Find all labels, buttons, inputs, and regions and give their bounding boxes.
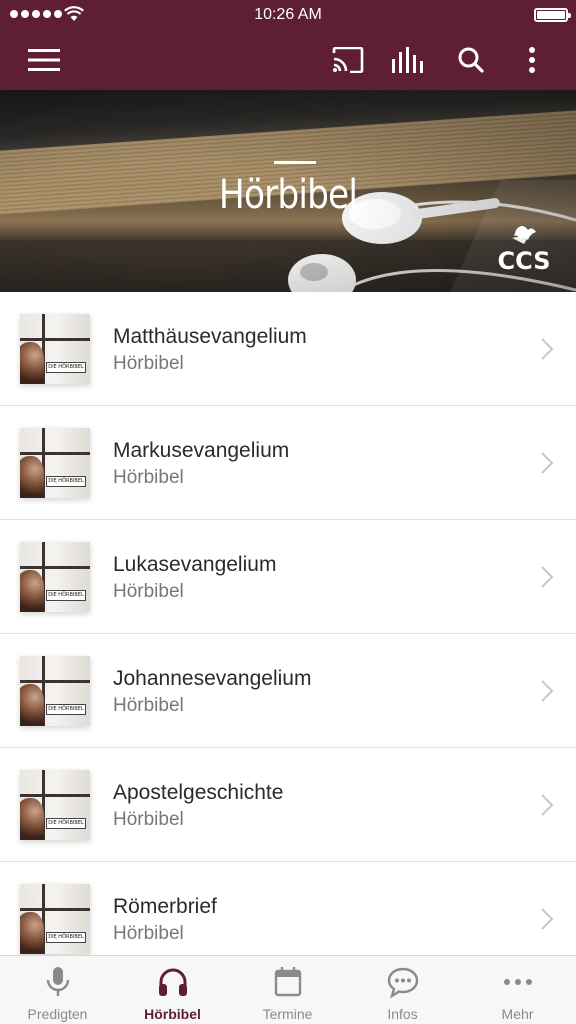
- thumbnail-label: DIE HÖRBIBEL: [46, 362, 86, 373]
- list-item-subtitle: Hörbibel: [113, 581, 184, 602]
- thumbnail-label: DIE HÖRBIBEL: [46, 704, 86, 715]
- thumbnail-label: DIE HÖRBIBEL: [46, 932, 86, 943]
- tab-label: Mehr: [501, 1006, 534, 1022]
- list-item-subtitle: Hörbibel: [113, 353, 184, 374]
- bottom-tab-bar: Predigten Hörbibel Termine Infos Mehr: [0, 955, 576, 1024]
- thumbnail-image: DIE HÖRBIBEL: [20, 314, 90, 384]
- list-item[interactable]: DIE HÖRBIBEL Römerbrief Hörbibel: [0, 862, 576, 955]
- tab-label: Termine: [262, 1006, 313, 1022]
- list-item[interactable]: DIE HÖRBIBEL Apostelgeschichte Hörbibel: [0, 748, 576, 862]
- menu-icon: [28, 49, 60, 71]
- list-item-title: Markusevangelium: [113, 439, 290, 462]
- svg-text:CCS: CCS: [498, 247, 551, 274]
- list-item[interactable]: DIE HÖRBIBEL Markusevangelium Hörbibel: [0, 406, 576, 520]
- chevron-right-icon: [541, 566, 554, 588]
- equalizer-icon: [392, 47, 423, 73]
- hero-title-divider: [274, 161, 316, 164]
- chevron-right-icon: [541, 338, 554, 360]
- app-bar: [0, 30, 576, 90]
- tab-label: Hörbibel: [144, 1006, 201, 1022]
- cast-button[interactable]: [326, 40, 370, 80]
- hero-banner: Hörbibel CCS: [0, 90, 576, 292]
- battery-icon: [534, 8, 571, 22]
- chevron-right-icon: [541, 452, 554, 474]
- list-item[interactable]: DIE HÖRBIBEL Johannesevangelium Hörbibel: [0, 634, 576, 748]
- list-item[interactable]: DIE HÖRBIBEL Lukasevangelium Hörbibel: [0, 520, 576, 634]
- tab-infos[interactable]: Infos: [345, 956, 460, 1024]
- list-item-title: Lukasevangelium: [113, 553, 277, 576]
- thumbnail-label: DIE HÖRBIBEL: [46, 818, 86, 829]
- list-item-title: Matthäusevangelium: [113, 325, 307, 348]
- list-item[interactable]: DIE HÖRBIBEL Matthäusevangelium Hörbibel: [0, 292, 576, 406]
- thumbnail-image: DIE HÖRBIBEL: [20, 884, 90, 954]
- chevron-right-icon: [541, 680, 554, 702]
- list-item-subtitle: Hörbibel: [113, 923, 184, 944]
- list-item-title: Römerbrief: [113, 895, 217, 918]
- thumbnail-label: DIE HÖRBIBEL: [46, 590, 86, 601]
- cast-icon: [332, 47, 364, 73]
- list-item-title: Johannesevangelium: [113, 667, 312, 690]
- list-item-subtitle: Hörbibel: [113, 809, 184, 830]
- thumbnail-image: DIE HÖRBIBEL: [20, 770, 90, 840]
- list-item-subtitle: Hörbibel: [113, 467, 184, 488]
- tab-hoerbibel[interactable]: Hörbibel: [115, 956, 230, 1024]
- list-item-subtitle: Hörbibel: [113, 695, 184, 716]
- calendar-icon: [274, 967, 301, 997]
- more-horizontal-icon: [503, 979, 532, 985]
- thumbnail-image: DIE HÖRBIBEL: [20, 542, 90, 612]
- search-button[interactable]: [449, 40, 493, 80]
- tab-label: Infos: [387, 1006, 418, 1022]
- tab-termine[interactable]: Termine: [230, 956, 345, 1024]
- status-bar: 10:26 AM: [0, 0, 576, 30]
- chevron-right-icon: [541, 908, 554, 930]
- chat-bubble-icon: [387, 967, 418, 998]
- microphone-icon: [46, 967, 69, 996]
- ccs-logo: CCS: [498, 226, 551, 274]
- page-title: Hörbibel: [218, 172, 358, 218]
- tab-predigten[interactable]: Predigten: [0, 956, 115, 1024]
- thumbnail-image: DIE HÖRBIBEL: [20, 656, 90, 726]
- thumbnail-label: DIE HÖRBIBEL: [46, 476, 86, 487]
- menu-button[interactable]: [22, 40, 66, 80]
- more-options-button[interactable]: [510, 40, 554, 80]
- equalizer-button[interactable]: [387, 40, 431, 80]
- search-icon: [458, 47, 484, 73]
- status-time: 10:26 AM: [254, 6, 322, 23]
- chevron-right-icon: [541, 794, 554, 816]
- list-item-title: Apostelgeschichte: [113, 781, 284, 804]
- tab-mehr[interactable]: Mehr: [460, 956, 575, 1024]
- headphones-icon: [158, 968, 187, 996]
- thumbnail-image: DIE HÖRBIBEL: [20, 428, 90, 498]
- more-vertical-icon: [529, 47, 535, 73]
- tab-label: Predigten: [27, 1006, 88, 1022]
- audio-bible-list: DIE HÖRBIBEL Matthäusevangelium Hörbibel…: [0, 292, 576, 955]
